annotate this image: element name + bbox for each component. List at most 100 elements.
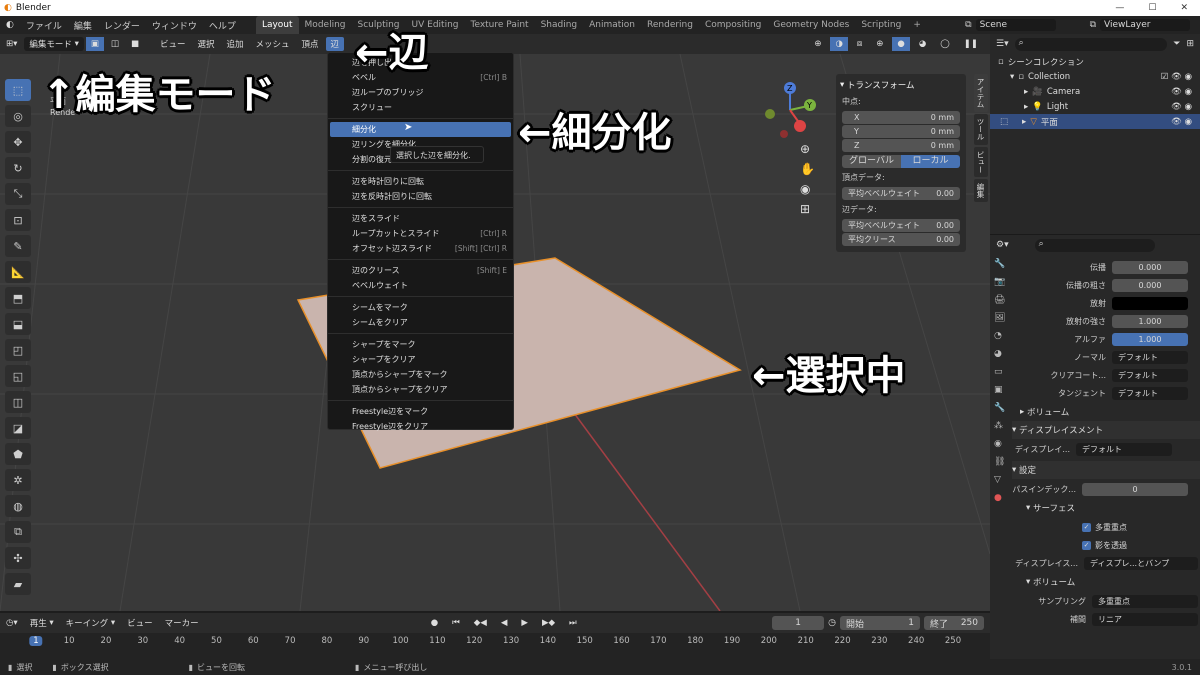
volume-section-header[interactable]: ▸ ボリューム — [1012, 403, 1200, 421]
timeline-menu-marker[interactable]: マーカー — [160, 616, 204, 630]
edge-menu-item[interactable]: 辺をスライド — [328, 211, 513, 226]
collection-tab-icon[interactable]: ▭ — [994, 367, 1010, 377]
add-cube-tool-icon[interactable]: ⬒ — [5, 287, 31, 309]
play-icon[interactable]: ▶ — [516, 616, 533, 630]
outliner-item-camera[interactable]: ▸ 🎥 Camera 👁 ◉ — [990, 84, 1200, 99]
tab-modeling[interactable]: Modeling — [299, 16, 352, 34]
inset-tool-icon[interactable]: ◰ — [5, 339, 31, 361]
properties-search-field[interactable]: ⌕ — [1034, 238, 1155, 252]
select-box-tool-icon[interactable]: ⬚ — [5, 79, 31, 101]
shrink-tool-icon[interactable]: ✣ — [5, 547, 31, 569]
physics-tab-icon[interactable]: ◉ — [994, 439, 1010, 449]
start-frame-field[interactable]: 開始 1 — [840, 616, 920, 630]
volume-settings-header[interactable]: ▾ ボリューム — [1012, 573, 1200, 591]
edge-menu-item[interactable]: 頂点からシャープをマーク — [328, 367, 513, 382]
data-tab-icon[interactable]: ▽ — [994, 475, 1010, 485]
editor-type-icon[interactable]: ⊞▾ — [1, 37, 22, 51]
alpha-value[interactable]: 1.000 — [1112, 332, 1188, 346]
outliner-search-field[interactable]: ⌕ — [1014, 37, 1168, 51]
expand-arrow-icon[interactable]: ▸ — [1024, 102, 1028, 112]
properties-editor-icon[interactable]: ⚙▾ — [996, 240, 1009, 250]
transform-tool-icon[interactable]: ⊡ — [5, 209, 31, 231]
edge-menu-item[interactable]: シャープをマーク — [328, 337, 513, 352]
timeline-menu-playback[interactable]: 再生 ▾ — [25, 616, 59, 630]
smooth-tool-icon[interactable]: ◍ — [5, 495, 31, 517]
rotate-tool-icon[interactable]: ↻ — [5, 157, 31, 179]
spin-tool-icon[interactable]: ✲ — [5, 469, 31, 491]
interpolation-select[interactable]: リニア — [1092, 612, 1198, 626]
menu-edit[interactable]: 編集 — [68, 19, 98, 32]
transform-panel-header[interactable]: ▾ トランスフォーム — [840, 78, 962, 92]
play-reverse-icon[interactable]: ◀ — [496, 616, 513, 630]
edge-select-icon[interactable]: ◫ — [106, 37, 124, 51]
settings-section-header[interactable]: ▾ 設定 — [1012, 461, 1200, 479]
edge-menu-item[interactable]: シームをマーク — [328, 300, 513, 315]
menu-select[interactable]: 選択 — [192, 37, 219, 51]
menu-edge[interactable]: 辺 — [325, 37, 345, 51]
end-frame-field[interactable]: 終了 250 — [924, 616, 984, 630]
modifier-tab-icon[interactable]: 🔧 — [994, 403, 1010, 413]
record-icon[interactable]: ● — [426, 616, 443, 630]
pause-icon[interactable]: ❚❚ — [959, 37, 983, 51]
viewlayer-selector[interactable]: ViewLayer — [1100, 19, 1190, 31]
pass-index-value[interactable]: 0 — [1082, 482, 1188, 496]
constraints-tab-icon[interactable]: ⛓ — [994, 457, 1010, 467]
outliner-editor-icon[interactable]: ☰▾ — [996, 39, 1009, 49]
move-tool-icon[interactable]: ✥ — [5, 131, 31, 153]
menu-view[interactable]: ビュー — [155, 37, 191, 51]
timeline-ruler[interactable]: 1 10 20 30 40 50 60 70 80 90 100 110 120 130 140 150 160… — [0, 633, 990, 659]
material-tab-icon[interactable]: ● — [994, 493, 1010, 503]
ortho-grid-icon[interactable]: ⊞ — [800, 202, 815, 216]
timeline-menu-keying[interactable]: キーイング ▾ — [61, 616, 120, 630]
expand-arrow-icon[interactable]: ▸ — [1022, 117, 1026, 127]
outliner-collection[interactable]: ▾ ▫ Collection ☑ 👁 ◉ — [990, 69, 1200, 84]
pan-hand-icon[interactable]: ✋ — [800, 162, 815, 176]
render-tab-icon[interactable]: 📷 — [994, 277, 1010, 287]
edge-menu-item[interactable]: 頂点からシャープをクリア — [328, 382, 513, 397]
edge-menu-item[interactable]: Freestyle辺をマーク — [328, 404, 513, 419]
outliner-item-plane[interactable]: ⬚ ▸ ▽ 平面 👁 ◉ — [990, 114, 1200, 129]
tab-rendering[interactable]: Rendering — [641, 16, 699, 34]
median-z-field[interactable]: Z 0 mm — [842, 139, 960, 152]
shear-tool-icon[interactable]: ▰ — [5, 573, 31, 595]
visibility-icon[interactable]: ☑ 👁 ◉ — [1161, 72, 1200, 82]
prop-value[interactable]: デフォルト — [1076, 442, 1172, 456]
tab-geometry-nodes[interactable]: Geometry Nodes — [767, 16, 855, 34]
jump-end-icon[interactable]: ⏭ — [564, 616, 582, 630]
scene-selector[interactable]: Scene — [975, 19, 1056, 31]
expand-arrow-icon[interactable]: ▾ — [1010, 72, 1014, 82]
expand-arrow-icon[interactable]: ▸ — [1024, 87, 1028, 97]
tab-animation[interactable]: Animation — [583, 16, 641, 34]
scale-tool-icon[interactable]: ⤡ — [5, 183, 31, 205]
edge-menu-item[interactable]: 細分化 — [330, 122, 511, 137]
crease-field[interactable]: 平均クリース 0.00 — [842, 233, 960, 246]
mode-selector[interactable]: 編集モード ▾ — [24, 37, 84, 51]
prop-value[interactable]: デフォルト — [1112, 368, 1188, 382]
tab-shading[interactable]: Shading — [535, 16, 584, 34]
displacement-method-select[interactable]: ディスプレ...とバンプ — [1084, 556, 1198, 570]
extrude-tool-icon[interactable]: ⬓ — [5, 313, 31, 335]
checkbox-multiple-importance[interactable]: ✓ 多重重点 — [1012, 519, 1200, 535]
edge-menu-item[interactable]: ベベルウェイト — [328, 278, 513, 293]
scene-tab-icon[interactable]: ◔ — [994, 331, 1010, 341]
measure-tool-icon[interactable]: 📐 — [5, 261, 31, 283]
tab-compositing[interactable]: Compositing — [699, 16, 767, 34]
zoom-icon[interactable]: ⊕ — [800, 142, 815, 156]
edge-menu-item[interactable]: ループカットとスライド [Ctrl] R — [328, 226, 513, 241]
edge-menu-item[interactable]: 辺を反時計回りに回転 — [328, 189, 513, 204]
current-frame-field[interactable]: 1 — [772, 616, 825, 630]
global-button[interactable]: グローバル — [842, 155, 901, 168]
eye-icon[interactable]: 👁 ◉ — [1171, 87, 1200, 97]
checkbox-icon[interactable]: ✓ — [1082, 522, 1091, 532]
edge-slide-tool-icon[interactable]: ⧉ — [5, 521, 31, 543]
emission-color-swatch[interactable] — [1112, 296, 1188, 310]
material-shading-icon[interactable]: ◕ — [914, 37, 931, 51]
checkbox-transparent-shadow[interactable]: ✓ 影を透過 — [1012, 537, 1200, 553]
next-key-icon[interactable]: ▶◆ — [537, 616, 560, 630]
tab-scripting[interactable]: Scripting — [855, 16, 907, 34]
tab-view[interactable]: ビュー — [974, 146, 988, 177]
timeline-menu-view[interactable]: ビュー — [122, 616, 158, 630]
filter-icon[interactable]: ⏷ — [1173, 39, 1180, 49]
prop-value[interactable]: デフォルト — [1112, 350, 1188, 364]
menu-file[interactable]: ファイル — [20, 19, 68, 32]
